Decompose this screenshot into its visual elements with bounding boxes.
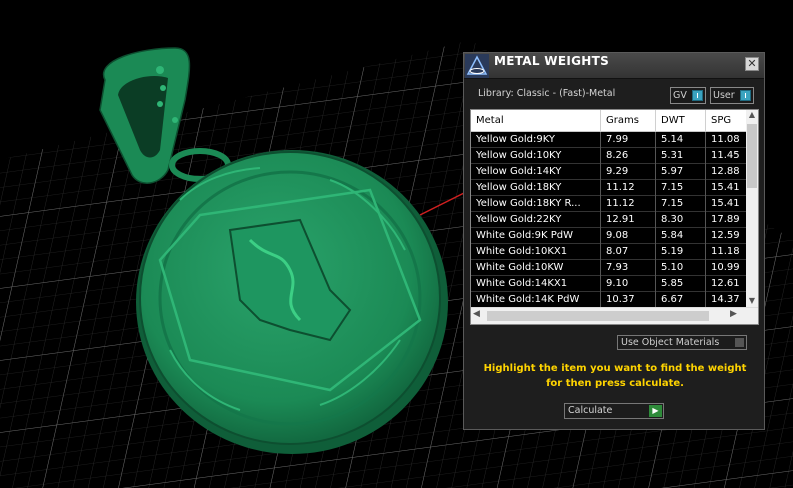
cell-grams: 11.12 bbox=[601, 180, 656, 196]
cell-metal: Yellow Gold:18KY bbox=[471, 180, 601, 196]
gv-switch-icon bbox=[692, 90, 703, 101]
user-switch-icon bbox=[740, 90, 751, 101]
cell-dwt: 7.15 bbox=[656, 180, 706, 196]
table-row[interactable]: Yellow Gold:18KY R... 11.12 7.15 15.41 bbox=[471, 196, 746, 212]
close-button[interactable]: ✕ bbox=[745, 57, 759, 71]
table-body: Yellow Gold:9KY 7.99 5.14 11.08 Yellow Gold:… bbox=[471, 132, 746, 308]
instructions-text: Highlight the item you want to find the … bbox=[483, 363, 747, 389]
cell-dwt: 7.15 bbox=[656, 196, 706, 212]
calculate-label: Calculate bbox=[568, 405, 613, 416]
table-row[interactable]: White Gold:14K PdW 10.37 6.67 14.37 bbox=[471, 292, 746, 308]
cell-dwt: 6.67 bbox=[656, 292, 706, 308]
table-row[interactable]: Yellow Gold:10KY 8.26 5.31 11.45 bbox=[471, 148, 746, 164]
column-header-grams[interactable]: Grams bbox=[601, 110, 656, 132]
cell-metal: White Gold:14KX1 bbox=[471, 276, 601, 292]
cell-metal: Yellow Gold:10KY bbox=[471, 148, 601, 164]
cell-grams: 12.91 bbox=[601, 212, 656, 228]
table-row[interactable]: Yellow Gold:9KY 7.99 5.14 11.08 bbox=[471, 132, 746, 148]
table-row[interactable]: White Gold:10KX1 8.07 5.19 11.18 bbox=[471, 244, 746, 260]
cell-dwt: 5.10 bbox=[656, 260, 706, 276]
column-header-dwt[interactable]: DWT bbox=[656, 110, 706, 132]
cell-dwt: 5.85 bbox=[656, 276, 706, 292]
table-row[interactable]: Yellow Gold:14KY 9.29 5.97 12.88 bbox=[471, 164, 746, 180]
cell-dwt: 5.31 bbox=[656, 148, 706, 164]
metal-table[interactable]: Metal Grams DWT SPG Yellow Gold:9KY 7.99 5… bbox=[470, 109, 759, 325]
play-arrow-icon: ▶ bbox=[649, 405, 662, 417]
user-toggle-label: User bbox=[713, 90, 735, 101]
cell-dwt: 5.84 bbox=[656, 228, 706, 244]
app-logo-icon bbox=[465, 54, 489, 78]
table-row[interactable]: White Gold:9K PdW 9.08 5.84 12.59 bbox=[471, 228, 746, 244]
cell-grams: 11.12 bbox=[601, 196, 656, 212]
checkbox-icon bbox=[735, 338, 744, 347]
panel-titlebar[interactable]: METAL WEIGHTS ✕ bbox=[464, 53, 764, 79]
cell-metal: Yellow Gold:9KY bbox=[471, 132, 601, 148]
use-object-materials-label: Use Object Materials bbox=[621, 337, 720, 348]
cell-grams: 9.08 bbox=[601, 228, 656, 244]
panel-title: METAL WEIGHTS bbox=[494, 54, 610, 68]
calculate-button[interactable]: Calculate ▶ bbox=[564, 403, 664, 419]
table-row[interactable]: White Gold:14KX1 9.10 5.85 12.61 bbox=[471, 276, 746, 292]
cell-metal: Yellow Gold:18KY R... bbox=[471, 196, 601, 212]
table-row[interactable]: Yellow Gold:18KY 11.12 7.15 15.41 bbox=[471, 180, 746, 196]
cell-grams: 8.26 bbox=[601, 148, 656, 164]
cell-metal: Yellow Gold:14KY bbox=[471, 164, 601, 180]
cell-dwt: 8.30 bbox=[656, 212, 706, 228]
use-object-materials-toggle[interactable]: Use Object Materials bbox=[617, 335, 747, 350]
cell-dwt: 5.97 bbox=[656, 164, 706, 180]
cell-dwt: 5.14 bbox=[656, 132, 706, 148]
vertical-scroll-thumb[interactable] bbox=[747, 124, 757, 188]
table-row[interactable]: White Gold:10KW 7.93 5.10 10.99 bbox=[471, 260, 746, 276]
cell-grams: 7.99 bbox=[601, 132, 656, 148]
cell-metal: White Gold:10KW bbox=[471, 260, 601, 276]
metal-weights-panel: METAL WEIGHTS ✕ Library: Classic - (Fast… bbox=[463, 52, 765, 430]
user-toggle[interactable]: User bbox=[710, 87, 754, 104]
scroll-up-icon[interactable]: ▲ bbox=[746, 110, 758, 122]
table-header: Metal Grams DWT SPG bbox=[471, 110, 758, 132]
scroll-left-icon[interactable]: ◀ bbox=[473, 309, 485, 323]
column-header-metal[interactable]: Metal bbox=[471, 110, 601, 132]
cell-metal: White Gold:9K PdW bbox=[471, 228, 601, 244]
horizontal-scroll-thumb[interactable] bbox=[487, 311, 709, 321]
library-label: Library: Classic - (Fast)-Metal bbox=[478, 88, 616, 99]
scroll-right-icon[interactable]: ▶ bbox=[730, 309, 742, 323]
gv-toggle[interactable]: GV bbox=[670, 87, 706, 104]
cell-grams: 9.10 bbox=[601, 276, 656, 292]
gv-toggle-label: GV bbox=[673, 90, 687, 101]
cell-metal: Yellow Gold:22KY bbox=[471, 212, 601, 228]
cell-metal: White Gold:14K PdW bbox=[471, 292, 601, 308]
vertical-scrollbar[interactable]: ▲ ▼ bbox=[746, 110, 758, 308]
cell-grams: 10.37 bbox=[601, 292, 656, 308]
table-row[interactable]: Yellow Gold:22KY 12.91 8.30 17.89 bbox=[471, 212, 746, 228]
cell-grams: 8.07 bbox=[601, 244, 656, 260]
cell-metal: White Gold:10KX1 bbox=[471, 244, 601, 260]
horizontal-scrollbar[interactable]: ◀ ▶ bbox=[471, 307, 758, 324]
cell-grams: 9.29 bbox=[601, 164, 656, 180]
cell-grams: 7.93 bbox=[601, 260, 656, 276]
cell-dwt: 5.19 bbox=[656, 244, 706, 260]
